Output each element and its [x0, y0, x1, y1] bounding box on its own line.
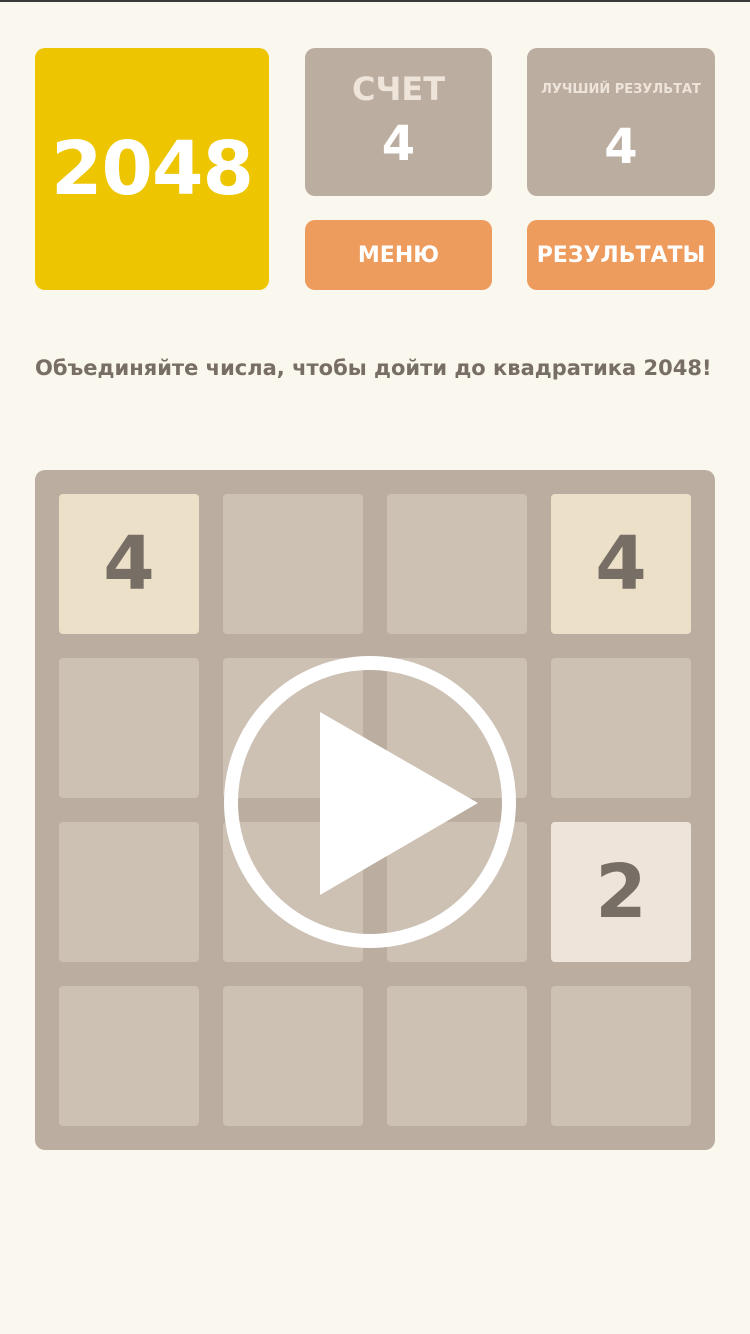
grid-cell [387, 494, 527, 634]
grid-cell [59, 986, 199, 1126]
game-logo: 2048 [35, 48, 269, 290]
tile-2: 2 [551, 822, 691, 962]
grid-cell [551, 986, 691, 1126]
tile-4: 4 [59, 494, 199, 634]
score-label: СЧЕТ [351, 70, 446, 108]
intro-text: Объединяйте числа, чтобы дойти до квадра… [35, 356, 712, 380]
play-icon[interactable] [223, 655, 517, 949]
results-button[interactable]: РЕЗУЛЬТАТЫ [527, 220, 715, 290]
tile-4: 4 [551, 494, 691, 634]
best-score-value: 4 [604, 119, 638, 175]
grid-cell [59, 822, 199, 962]
score-box: СЧЕТ 4 [305, 48, 492, 196]
grid-cell [223, 494, 363, 634]
menu-button[interactable]: МЕНЮ [305, 220, 492, 290]
grid-cell [59, 658, 199, 798]
grid-cell [223, 986, 363, 1126]
grid-cell [551, 658, 691, 798]
top-border [0, 0, 750, 2]
best-score-label: ЛУЧШИЙ РЕЗУЛЬТАТ [541, 82, 701, 97]
grid-cell [387, 986, 527, 1126]
score-value: 4 [381, 116, 416, 172]
best-score-box: ЛУЧШИЙ РЕЗУЛЬТАТ 4 [527, 48, 715, 196]
